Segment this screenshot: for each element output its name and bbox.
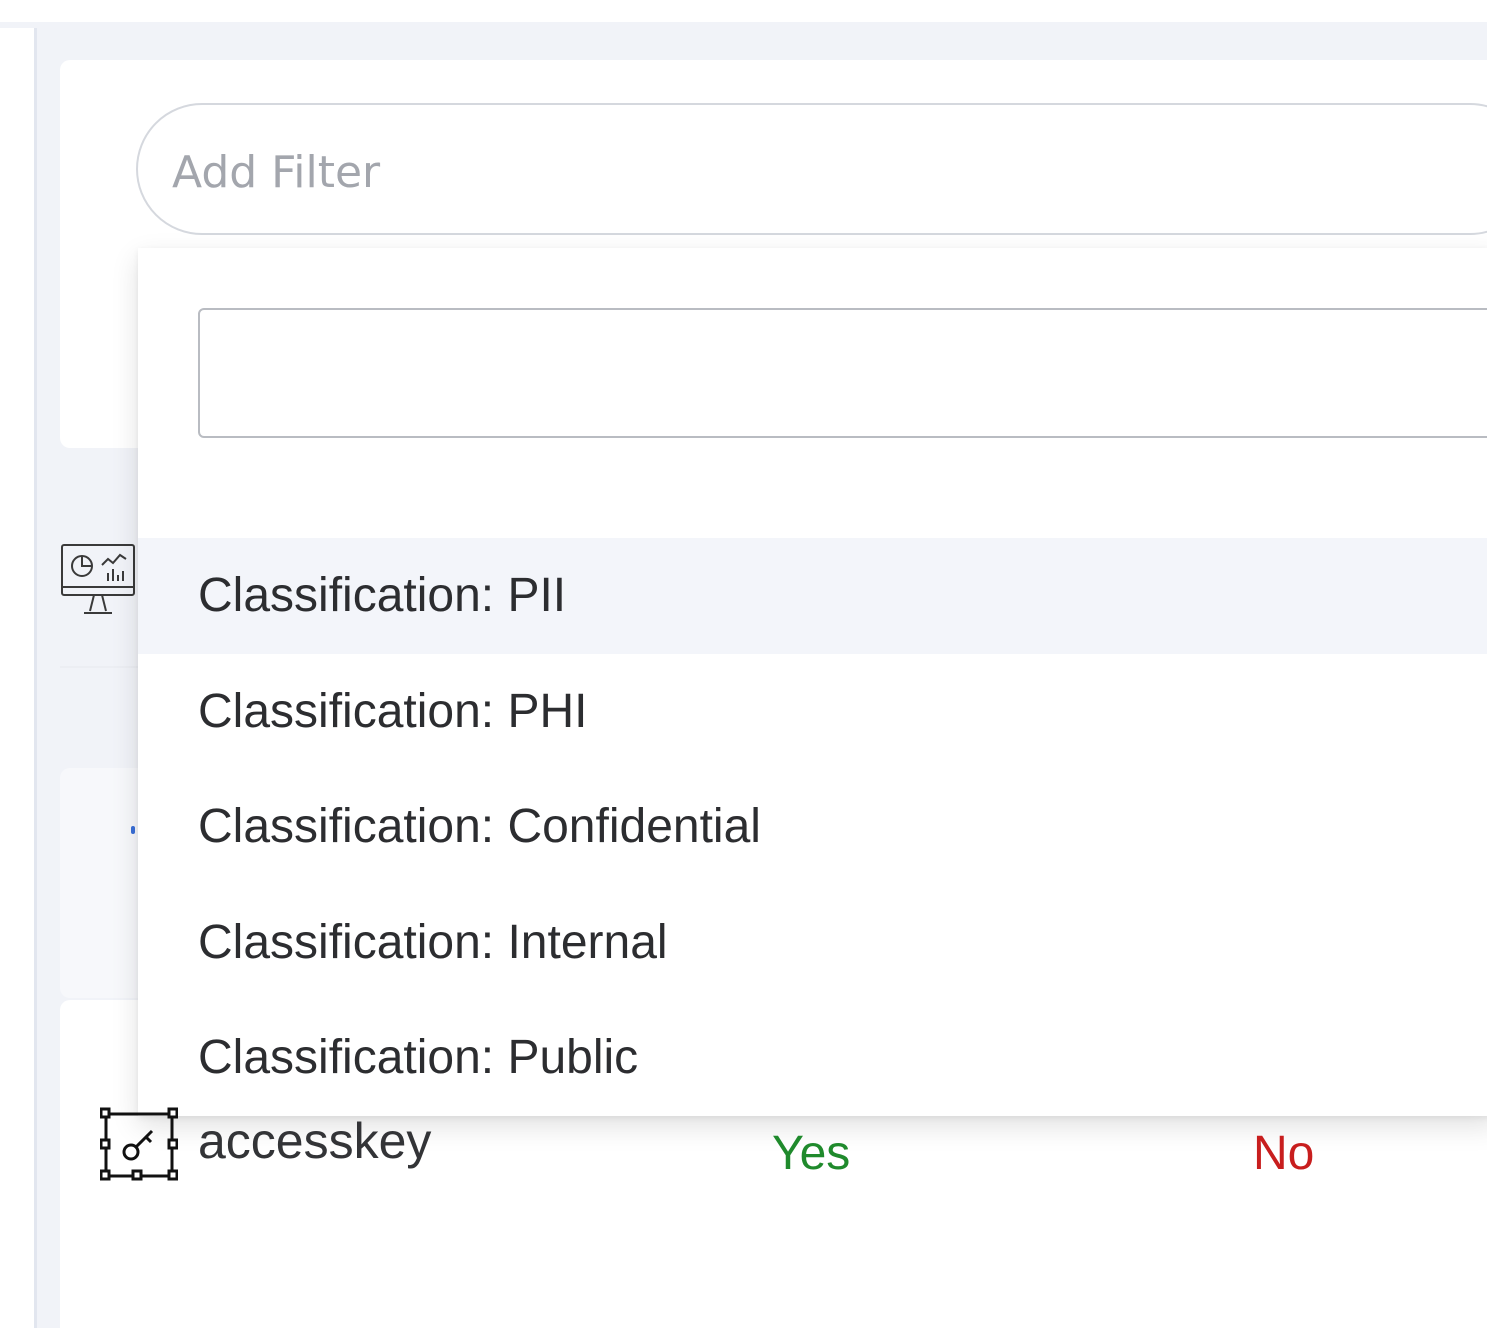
option-classification-public[interactable]: Classification: Public — [138, 1000, 1487, 1116]
left-sidebar — [0, 28, 37, 1328]
option-classification-confidential[interactable]: Classification: Confidential — [138, 769, 1487, 885]
section-divider — [60, 666, 140, 668]
dropdown-search-input[interactable] — [198, 308, 1487, 438]
filter-options-list: Classification: PII Classification: PHI … — [138, 538, 1487, 1116]
add-filter-bar[interactable] — [136, 103, 1487, 235]
option-classification-pii[interactable]: Classification: PII — [138, 538, 1487, 654]
filter-dropdown: Classification: PII Classification: PHI … — [138, 248, 1487, 1116]
page: Classification: PII Classification: PHI … — [0, 0, 1487, 1328]
top-strip — [0, 0, 1487, 22]
table-row-status-no: No — [1253, 1127, 1315, 1180]
partial-link-mark — [131, 826, 135, 834]
add-filter-input[interactable] — [170, 135, 1374, 209]
access-key-icon — [99, 1106, 179, 1186]
dashboard-monitor-icon — [60, 543, 136, 621]
table-row-name[interactable]: accesskey — [198, 1112, 431, 1170]
table-row-status-yes: Yes — [772, 1127, 851, 1180]
option-classification-phi[interactable]: Classification: PHI — [138, 654, 1487, 770]
option-classification-internal[interactable]: Classification: Internal — [138, 885, 1487, 1001]
